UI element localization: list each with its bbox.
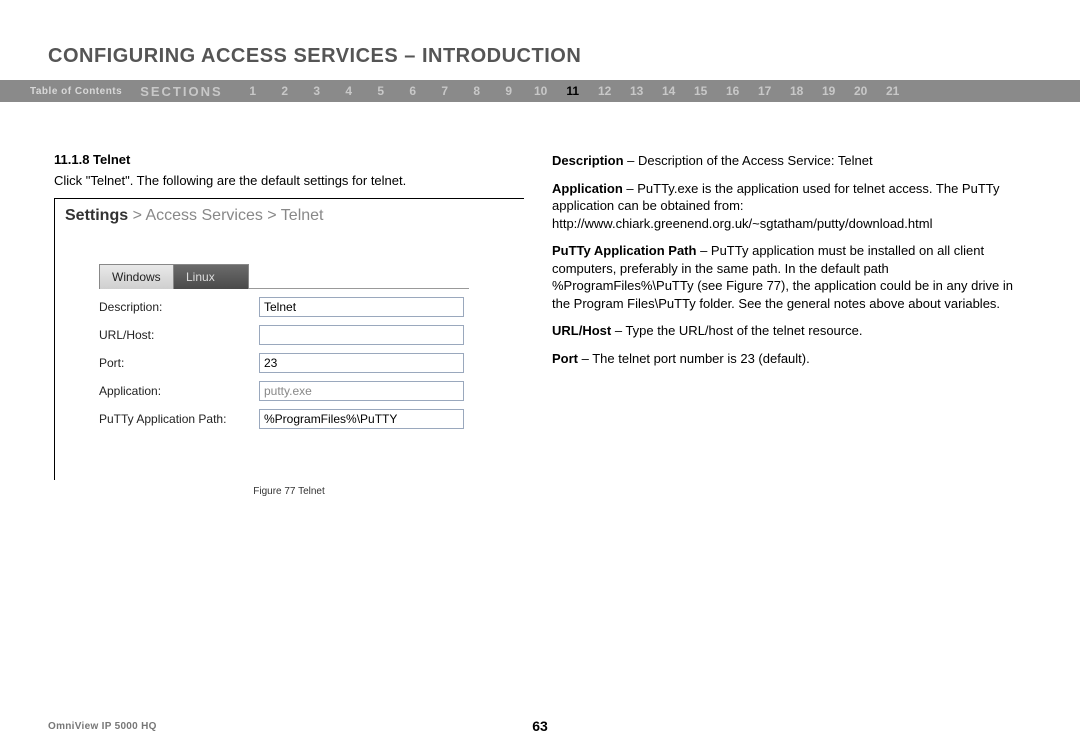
page-number: 63 xyxy=(0,718,1080,734)
path-label: PuTTy Application Path xyxy=(552,243,696,258)
page-title: CONFIGURING ACCESS SERVICES – INTRODUCTI… xyxy=(0,0,1080,80)
putty-path-input[interactable] xyxy=(259,409,464,429)
desc-text: – Description of the Access Service: Tel… xyxy=(624,153,873,168)
application-input[interactable] xyxy=(259,381,464,401)
section-10[interactable]: 10 xyxy=(525,84,557,98)
content-area: 11.1.8 Telnet Click "Telnet". The follow… xyxy=(0,102,1080,497)
port-input[interactable] xyxy=(259,353,464,373)
app-block: Application – PuTTy.exe is the applicati… xyxy=(552,180,1032,233)
section-7[interactable]: 7 xyxy=(429,84,461,98)
right-column: Description – Description of the Access … xyxy=(552,152,1032,497)
port-block: Port – The telnet port number is 23 (def… xyxy=(552,350,1032,368)
section-20[interactable]: 20 xyxy=(845,84,877,98)
desc-block: Description – Description of the Access … xyxy=(552,152,1032,170)
section-2[interactable]: 2 xyxy=(269,84,301,98)
tab-linux[interactable]: Linux xyxy=(174,264,249,289)
toc-link[interactable]: Table of Contents xyxy=(30,86,122,97)
app-label: Application xyxy=(552,181,623,196)
section-13[interactable]: 13 xyxy=(621,84,653,98)
intro-text: Click "Telnet". The following are the de… xyxy=(54,173,524,188)
section-4[interactable]: 4 xyxy=(333,84,365,98)
application-label: Application: xyxy=(99,384,259,398)
section-5[interactable]: 5 xyxy=(365,84,397,98)
description-input[interactable] xyxy=(259,297,464,317)
section-16[interactable]: 16 xyxy=(717,84,749,98)
urlhost-input[interactable] xyxy=(259,325,464,345)
figure-screenshot: Settings > Access Services > Telnet Wind… xyxy=(54,198,524,480)
tab-windows[interactable]: Windows xyxy=(99,264,174,289)
url-block: URL/Host – Type the URL/host of the teln… xyxy=(552,322,1032,340)
description-label: Description: xyxy=(99,300,259,314)
urlhost-label: URL/Host: xyxy=(99,328,259,342)
section-1[interactable]: 1 xyxy=(237,84,269,98)
subsection-heading: 11.1.8 Telnet xyxy=(54,152,524,167)
section-nav: Table of Contents SECTIONS 1 2 3 4 5 6 7… xyxy=(0,80,1080,102)
os-tabs: Windows Linux xyxy=(99,263,469,289)
breadcrumb-tail: Telnet xyxy=(281,207,324,224)
section-18[interactable]: 18 xyxy=(781,84,813,98)
breadcrumb: Settings > Access Services > Telnet xyxy=(55,199,524,235)
path-block: PuTTy Application Path – PuTTy applicati… xyxy=(552,242,1032,312)
putty-path-label: PuTTy Application Path: xyxy=(99,412,259,426)
left-column: 11.1.8 Telnet Click "Telnet". The follow… xyxy=(54,152,524,497)
desc-label: Description xyxy=(552,153,624,168)
section-11[interactable]: 11 xyxy=(557,84,589,98)
port-label: Port: xyxy=(99,356,259,370)
section-15[interactable]: 15 xyxy=(685,84,717,98)
breadcrumb-mid: > Access Services > xyxy=(128,207,281,224)
figure-caption: Figure 77 Telnet xyxy=(54,486,524,497)
settings-panel: Windows Linux Description: URL/Host: Por… xyxy=(99,263,524,429)
section-19[interactable]: 19 xyxy=(813,84,845,98)
section-21[interactable]: 21 xyxy=(877,84,909,98)
url-text: – Type the URL/host of the telnet resour… xyxy=(611,323,862,338)
section-3[interactable]: 3 xyxy=(301,84,333,98)
section-8[interactable]: 8 xyxy=(461,84,493,98)
sections-label: SECTIONS xyxy=(140,84,222,99)
port-text: – The telnet port number is 23 (default)… xyxy=(578,351,810,366)
section-14[interactable]: 14 xyxy=(653,84,685,98)
section-17[interactable]: 17 xyxy=(749,84,781,98)
url-label: URL/Host xyxy=(552,323,611,338)
section-9[interactable]: 9 xyxy=(493,84,525,98)
section-6[interactable]: 6 xyxy=(397,84,429,98)
port-label-right: Port xyxy=(552,351,578,366)
section-12[interactable]: 12 xyxy=(589,84,621,98)
breadcrumb-root: Settings xyxy=(65,207,128,224)
